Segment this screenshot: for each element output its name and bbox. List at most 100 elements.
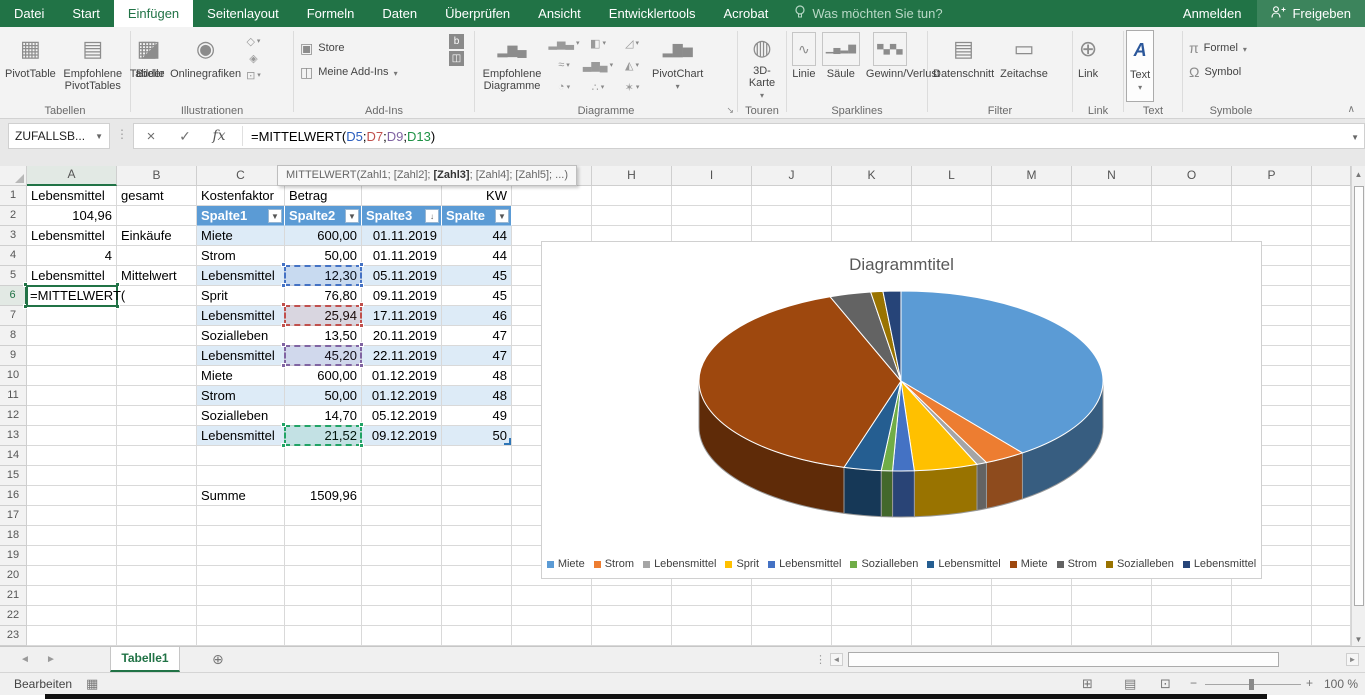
zoom-out-icon[interactable]: − [1190,676,1197,690]
cell-B15[interactable] [117,466,197,486]
cell-A10[interactable] [27,366,117,386]
cell-B16[interactable] [117,486,197,506]
range-handle[interactable] [359,443,364,448]
cell-A9[interactable] [27,346,117,366]
zoom-percentage[interactable]: 100 % [1324,677,1358,691]
column-header-O[interactable]: O [1152,166,1232,186]
cell-H21[interactable] [592,586,672,606]
cell-E12[interactable]: 05.12.2019 [362,406,442,426]
cell-B9[interactable] [117,346,197,366]
legend-item[interactable]: Strom [594,558,634,570]
cell-E8[interactable]: 20.11.2019 [362,326,442,346]
cell-B2[interactable] [117,206,197,226]
tab-einfuegen[interactable]: Einfügen [114,0,193,27]
range-handle[interactable] [281,323,286,328]
bilder-button[interactable]: ◪ Bilder [133,30,167,102]
cell-D14[interactable] [285,446,362,466]
sparkline-saeule-button[interactable]: ▁▄▂▆ Säule [819,30,863,102]
cell-L21[interactable] [912,586,992,606]
cell-E18[interactable] [362,526,442,546]
chart-type-button-0[interactable]: ▂▅▃▾ [547,32,581,54]
cell-C1[interactable]: Kostenfaktor [197,186,285,206]
shapes-button[interactable]: ◇▾ [246,34,261,48]
sign-in-button[interactable]: Anmelden [1167,0,1258,27]
range-handle[interactable] [281,342,286,347]
row-header-13[interactable]: 13 [0,426,27,446]
cell-D17[interactable] [285,506,362,526]
view-normal-icon[interactable]: ⊞ [1082,676,1093,692]
cell-F23[interactable] [442,626,512,646]
insert-function-icon[interactable]: fx [202,128,236,144]
cell-stub[interactable] [1312,546,1351,566]
cell-E7[interactable]: 17.11.2019 [362,306,442,326]
horizontal-scrollbar[interactable]: ◄ ► [830,651,1359,668]
column-header-N[interactable]: N [1072,166,1152,186]
cell-stub[interactable] [1312,206,1351,226]
add-sheet-icon[interactable]: ⊕ [212,651,224,668]
cell-M23[interactable] [992,626,1072,646]
tab-entwicklertools[interactable]: Entwicklertools [595,0,710,27]
cell-E6[interactable]: 09.11.2019 [362,286,442,306]
cell-F5[interactable]: 45 [442,266,512,286]
cell-J1[interactable] [752,186,832,206]
cell-stub[interactable] [1312,526,1351,546]
cell-stub[interactable] [1312,626,1351,646]
chart-type-button-8[interactable]: ✶▾ [615,76,649,98]
cell-F16[interactable] [442,486,512,506]
cell-D21[interactable] [285,586,362,606]
cell-stub[interactable] [1312,486,1351,506]
cell-L23[interactable] [912,626,992,646]
tab-ansicht[interactable]: Ansicht [524,0,595,27]
cell-C5[interactable]: Lebensmittel [197,266,285,286]
filter-button-icon[interactable]: ▼ [495,209,509,223]
cell-C11[interactable]: Strom [197,386,285,406]
pie-chart[interactable]: Diagrammtitel MieteStromLebensmittelSpri… [541,241,1262,579]
cell-D23[interactable] [285,626,362,646]
range-highlight-D5[interactable] [284,265,362,286]
people-graph-button[interactable]: ◫ [449,51,464,65]
row-header-21[interactable]: 21 [0,586,27,606]
row-header-6[interactable]: 6 [0,286,27,306]
pivottable-button[interactable]: ▦ PivotTable [2,30,59,102]
edit-cell-A6[interactable]: =MITTELWERT( [26,285,118,307]
row-header-16[interactable]: 16 [0,486,27,506]
cell-stub[interactable] [1312,566,1351,586]
cell-B21[interactable] [117,586,197,606]
cell-I22[interactable] [672,606,752,626]
scroll-right-icon[interactable]: ► [1346,653,1359,666]
chart-type-button-5[interactable]: ◭▾ [615,54,649,76]
cell-E23[interactable] [362,626,442,646]
chart-type-button-4[interactable]: ▃▆▄▾ [581,54,615,76]
cell-C8[interactable]: Sozialleben [197,326,285,346]
cell-N22[interactable] [1072,606,1152,626]
cell-stub[interactable] [1312,606,1351,626]
cell-A14[interactable] [27,446,117,466]
cell-A7[interactable] [27,306,117,326]
cell-F22[interactable] [442,606,512,626]
cell-B20[interactable] [117,566,197,586]
screenshot-button[interactable]: ⊡▾ [246,68,261,82]
cell-K23[interactable] [832,626,912,646]
cell-D6[interactable]: 76,80 [285,286,362,306]
chart-type-button-6[interactable]: ◔▾ [547,76,581,98]
cell-G22[interactable] [512,606,592,626]
cell-C18[interactable] [197,526,285,546]
cell-B19[interactable] [117,546,197,566]
cell-stub[interactable] [1312,306,1351,326]
cell-A13[interactable] [27,426,117,446]
tab-datei[interactable]: Datei [0,0,58,27]
cell-J2[interactable] [752,206,832,226]
store-button[interactable]: ▣ Store [296,36,402,60]
pivotchart-button[interactable]: ▂▇▅ PivotChart ▾ [649,30,706,102]
table-header-Spalte3[interactable]: Spalte3↓ [362,206,442,226]
cell-I21[interactable] [672,586,752,606]
cell-B8[interactable] [117,326,197,346]
cell-F9[interactable]: 47 [442,346,512,366]
tab-scroll-splitter[interactable]: ⋮ [815,653,826,666]
sheet-tab-tabelle1[interactable]: Tabelle1 [110,647,180,672]
cell-F17[interactable] [442,506,512,526]
empfohlene-pivottables-button[interactable]: ▤ Empfohlene PivotTables [59,30,127,102]
table-header-Spalte2[interactable]: Spalte2▼ [285,206,362,226]
cell-I1[interactable] [672,186,752,206]
cell-D22[interactable] [285,606,362,626]
